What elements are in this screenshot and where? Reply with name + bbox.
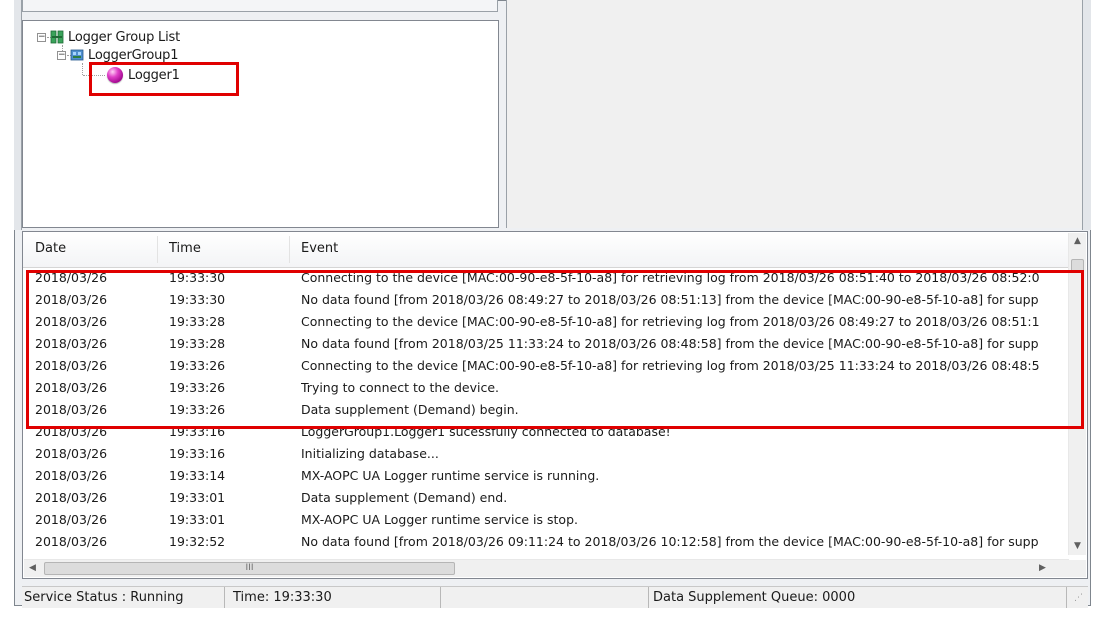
tree-logger-label: Logger1 bbox=[128, 67, 180, 83]
log-row[interactable]: 2018/03/26 19:33:28 No data found [from 20… bbox=[23, 335, 1070, 355]
log-time-cell: 19:33:28 bbox=[169, 314, 226, 329]
log-time-cell: 19:33:01 bbox=[169, 512, 226, 527]
tree-connector bbox=[82, 63, 83, 75]
tree-node-group[interactable]: − LoggerGroup1 bbox=[57, 46, 178, 64]
logger-icon bbox=[107, 67, 123, 83]
log-row[interactable]: 2018/03/26 19:33:30 Connecting to the devi… bbox=[23, 269, 1070, 289]
horizontal-scrollbar[interactable]: ◀ III ▶ bbox=[24, 559, 1069, 577]
log-event-cell: No data found [from 2018/03/25 11:33:24 … bbox=[301, 336, 1039, 351]
log-date-cell: 2018/03/26 bbox=[35, 468, 108, 483]
scroll-down-icon[interactable]: ▼ bbox=[1069, 538, 1086, 555]
scroll-up-icon[interactable]: ▲ bbox=[1069, 233, 1086, 250]
log-date-cell: 2018/03/26 bbox=[35, 270, 108, 285]
logger-group-icon bbox=[70, 48, 84, 62]
column-header-time[interactable]: Time bbox=[169, 241, 201, 256]
log-date-cell: 2018/03/26 bbox=[35, 512, 108, 527]
log-date-cell: 2018/03/26 bbox=[35, 336, 108, 351]
log-time-cell: 19:33:14 bbox=[169, 468, 226, 483]
log-time-cell: 19:33:28 bbox=[169, 336, 226, 351]
log-event-cell: Connecting to the device [MAC:00-90-e8-5… bbox=[301, 270, 1040, 285]
log-time-cell: 19:33:30 bbox=[169, 292, 226, 307]
log-date-cell: 2018/03/26 bbox=[35, 292, 108, 307]
log-date-cell: 2018/03/26 bbox=[35, 446, 108, 461]
log-event-cell: LoggerGroup1.Logger1 sucessfully connect… bbox=[301, 424, 671, 439]
log-date-cell: 2018/03/26 bbox=[35, 402, 108, 417]
log-time-cell: 19:33:26 bbox=[169, 402, 226, 417]
service-status-text: Service Status : Running bbox=[22, 587, 225, 608]
log-event-cell: Connecting to the device [MAC:00-90-e8-5… bbox=[301, 358, 1040, 373]
log-time-cell: 19:33:16 bbox=[169, 424, 226, 439]
horizontal-scroll-thumb[interactable]: III bbox=[44, 562, 455, 575]
log-event-cell: Data supplement (Demand) begin. bbox=[301, 402, 519, 417]
log-event-cell: Trying to connect to the device. bbox=[301, 380, 500, 395]
column-header-date[interactable]: Date bbox=[35, 241, 66, 256]
log-row[interactable]: 2018/03/26 19:33:01 Data supplement (Deman… bbox=[23, 489, 1070, 509]
tree-connector bbox=[83, 75, 105, 76]
log-time-cell: 19:33:26 bbox=[169, 380, 226, 395]
top-panel-edge bbox=[22, 0, 498, 12]
logger-tree-view[interactable]: − Logger Group List − LoggerGroup1 Logge… bbox=[22, 20, 499, 228]
log-header-row: Date Time Event bbox=[23, 232, 1070, 268]
column-header-event[interactable]: Event bbox=[301, 241, 338, 256]
log-row[interactable]: 2018/03/26 19:33:14 MX-AOPC UA Logger runt… bbox=[23, 467, 1070, 487]
collapse-icon[interactable]: − bbox=[57, 50, 66, 60]
log-row[interactable]: 2018/03/26 19:33:16 LoggerGroup1.Logger1 s… bbox=[23, 423, 1070, 443]
log-row[interactable]: 2018/03/26 19:33:01 MX-AOPC UA Logger runt… bbox=[23, 511, 1070, 531]
log-event-cell: Connecting to the device [MAC:00-90-e8-5… bbox=[301, 314, 1040, 329]
log-event-cell: MX-AOPC UA Logger runtime service is sto… bbox=[301, 512, 578, 527]
log-date-cell: 2018/03/26 bbox=[35, 534, 108, 549]
database-group-icon bbox=[50, 30, 64, 44]
vertical-scrollbar[interactable]: ▲ ▼ bbox=[1068, 233, 1086, 555]
log-row[interactable]: 2018/03/26 19:33:30 No data found [from 20… bbox=[23, 291, 1070, 311]
status-spacer bbox=[441, 587, 649, 608]
log-event-cell: No data found [from 2018/03/26 09:11:24 … bbox=[301, 534, 1039, 549]
log-date-cell: 2018/03/26 bbox=[35, 358, 108, 373]
log-date-cell: 2018/03/26 bbox=[35, 490, 108, 505]
log-event-cell: Data supplement (Demand) end. bbox=[301, 490, 508, 505]
log-row[interactable]: 2018/03/26 19:33:28 Connecting to the devi… bbox=[23, 313, 1070, 333]
vertical-scroll-thumb[interactable] bbox=[1071, 259, 1084, 273]
log-time-cell: 19:33:30 bbox=[169, 270, 226, 285]
log-time-cell: 19:33:26 bbox=[169, 358, 226, 373]
log-event-cell: Initializing database... bbox=[301, 446, 439, 461]
log-event-cell: No data found [from 2018/03/26 08:49:27 … bbox=[301, 292, 1039, 307]
log-date-cell: 2018/03/26 bbox=[35, 314, 108, 329]
tree-node-logger[interactable]: Logger1 bbox=[107, 66, 180, 84]
detail-panel bbox=[506, 0, 1082, 228]
status-bar: Service Status : Running Time: 19:33:30 … bbox=[22, 586, 1088, 608]
tree-group-label: LoggerGroup1 bbox=[88, 47, 179, 63]
splitter-right[interactable] bbox=[1082, 0, 1091, 230]
log-time-cell: 19:32:52 bbox=[169, 534, 226, 549]
log-date-cell: 2018/03/26 bbox=[35, 424, 108, 439]
log-date-cell: 2018/03/26 bbox=[35, 380, 108, 395]
log-time-cell: 19:33:01 bbox=[169, 490, 226, 505]
tree-node-root[interactable]: − Logger Group List bbox=[37, 28, 180, 46]
log-row[interactable]: 2018/03/26 19:33:26 Data supplement (Deman… bbox=[23, 401, 1070, 421]
log-row[interactable]: 2018/03/26 19:32:52 No data found [from 20… bbox=[23, 533, 1070, 553]
resize-grip-icon[interactable]: ⋰ bbox=[1074, 594, 1086, 606]
log-row[interactable]: 2018/03/26 19:33:16 Initializing database.… bbox=[23, 445, 1070, 465]
column-divider[interactable] bbox=[289, 236, 290, 263]
data-supplement-queue-text: Data Supplement Queue: 0000 bbox=[649, 587, 1067, 608]
log-row[interactable]: 2018/03/26 19:33:26 Connecting to the devi… bbox=[23, 357, 1070, 377]
collapse-icon[interactable]: − bbox=[37, 32, 46, 42]
status-time-text: Time: 19:33:30 bbox=[225, 587, 441, 608]
log-time-cell: 19:33:16 bbox=[169, 446, 226, 461]
event-log-list[interactable]: Date Time Event 2018/03/26 19:33:30 Connec… bbox=[22, 231, 1088, 579]
column-divider[interactable] bbox=[157, 236, 158, 263]
tree-root-label: Logger Group List bbox=[68, 29, 180, 45]
log-row[interactable]: 2018/03/26 19:33:26 Trying to connect to t… bbox=[23, 379, 1070, 399]
splitter-left bbox=[14, 0, 22, 230]
scroll-right-icon[interactable]: ▶ bbox=[1034, 560, 1051, 577]
log-rows: 2018/03/26 19:33:30 Connecting to the devi… bbox=[23, 269, 1070, 555]
scroll-left-icon[interactable]: ◀ bbox=[24, 560, 41, 577]
log-event-cell: MX-AOPC UA Logger runtime service is run… bbox=[301, 468, 600, 483]
scrollbar-corner bbox=[1069, 560, 1086, 577]
